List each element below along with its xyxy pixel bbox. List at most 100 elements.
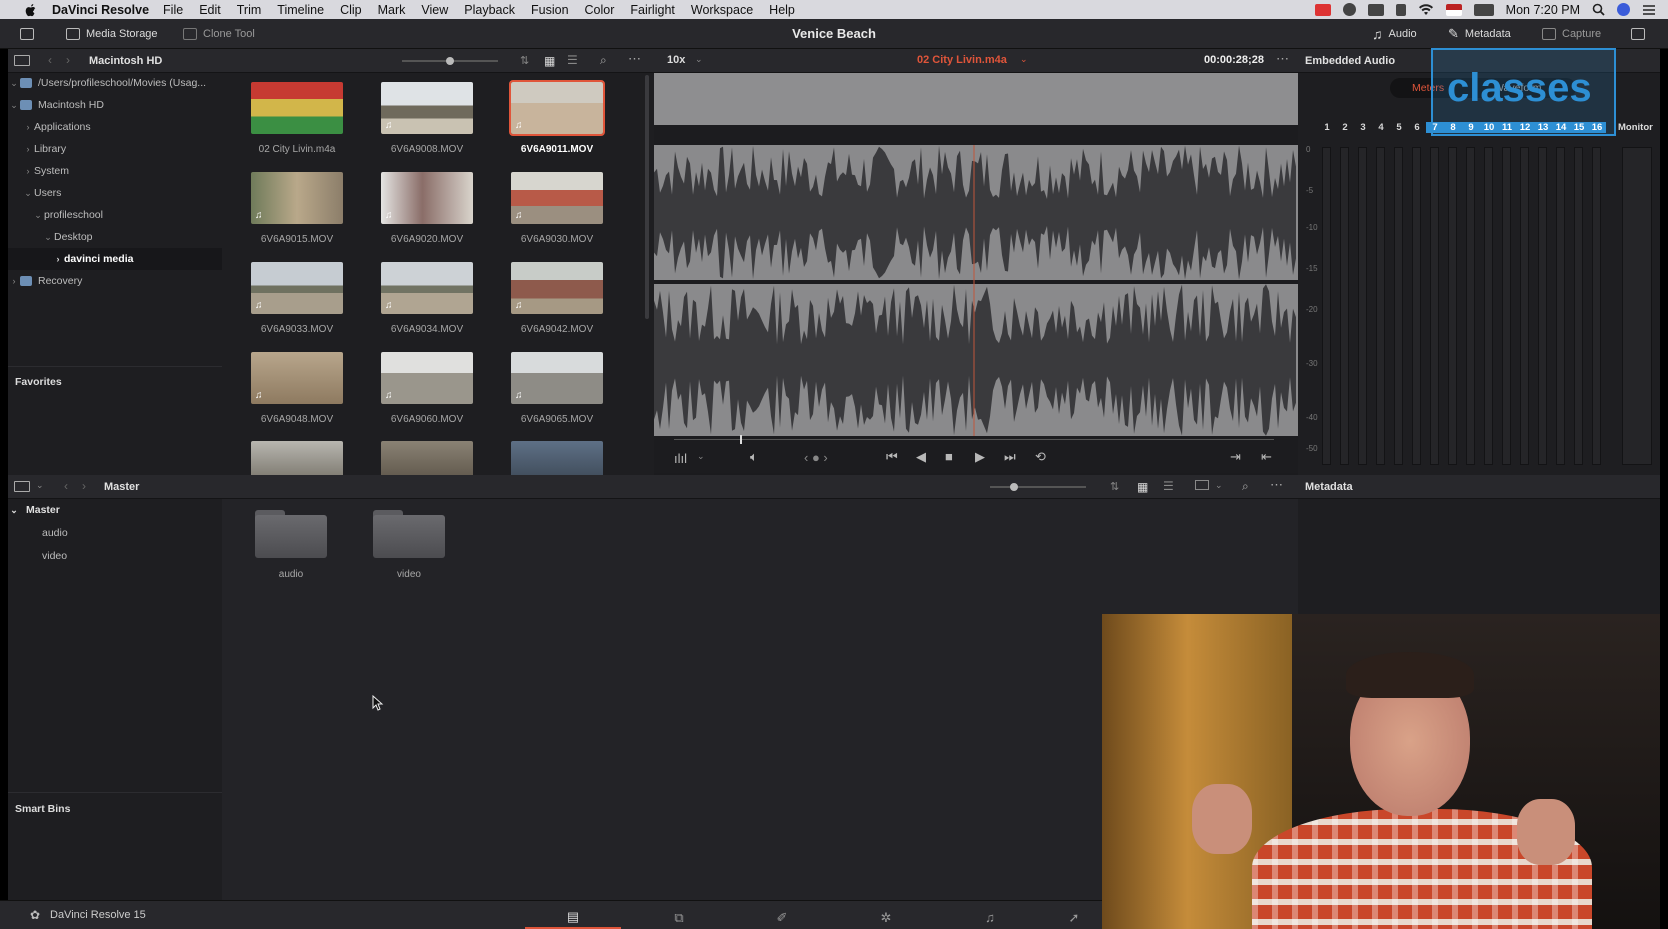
folder-icon[interactable] [373, 510, 445, 558]
menu-trim[interactable]: Trim [237, 3, 262, 17]
bin-master[interactable]: ⌄ Master [8, 499, 222, 521]
pdf-icon[interactable] [1314, 3, 1331, 16]
media-storage-button[interactable]: Media Storage [66, 25, 158, 43]
chevron-right-icon[interactable]: › [8, 276, 20, 286]
play-reverse-icon[interactable]: ◀︎ [916, 449, 926, 465]
chevron-down-icon[interactable]: ⌄ [8, 505, 20, 516]
chevron-down-icon[interactable]: ⌄ [36, 480, 44, 491]
video-clip-thumbnail[interactable]: ♫ [511, 262, 603, 314]
playhead[interactable] [740, 435, 742, 444]
creative-cloud-icon[interactable] [1342, 3, 1356, 16]
video-clip-thumbnail[interactable]: ♫ [511, 352, 603, 404]
more-options-icon[interactable]: ⋯ [1276, 51, 1289, 67]
panel-toggle-button[interactable] [20, 25, 34, 43]
search-icon[interactable]: ⌕ [600, 53, 607, 68]
video-clip-thumbnail[interactable] [511, 441, 603, 475]
video-clip-thumbnail[interactable]: ♫ [381, 262, 473, 314]
go-to-end-icon[interactable]: ⏭︎ [1004, 449, 1016, 465]
bin-audio[interactable]: audio [8, 522, 222, 544]
metadata-button[interactable]: ✎ Metadata [1448, 25, 1511, 43]
chevron-right-icon[interactable]: › [22, 122, 34, 132]
menu-help[interactable]: Help [769, 3, 795, 17]
menu-playback[interactable]: Playback [464, 3, 515, 17]
slider-handle[interactable] [446, 57, 454, 65]
tree-item-recovery[interactable]: › Recovery [8, 270, 222, 292]
menu-clip[interactable]: Clip [340, 3, 362, 17]
menu-file[interactable]: File [163, 3, 183, 17]
video-clip-thumbnail-selected[interactable]: ♫ [509, 80, 605, 136]
tree-item-system[interactable]: › System [8, 160, 222, 182]
chevron-down-icon[interactable]: ⌄ [697, 451, 705, 462]
folder-icon[interactable] [255, 510, 327, 558]
back-arrow-icon[interactable]: ‹ [64, 479, 68, 493]
video-clip-thumbnail[interactable] [381, 441, 473, 475]
page-fusion-button[interactable]: ✲ [838, 906, 934, 929]
clock[interactable]: Mon 7:20 PM [1506, 3, 1580, 17]
siri-icon[interactable] [1617, 3, 1630, 16]
waveform-display[interactable] [654, 73, 1298, 473]
menu-fairlight[interactable]: Fairlight [630, 3, 674, 17]
chevron-right-icon[interactable]: › [22, 166, 34, 176]
audio-waveform-icon[interactable]: ılıl [674, 451, 687, 466]
jog-control[interactable]: ‹ ● › [804, 450, 828, 465]
chevron-right-icon[interactable]: › [22, 144, 34, 154]
capture-button[interactable]: Capture [1542, 25, 1601, 43]
forward-arrow-icon[interactable]: › [66, 53, 70, 67]
search-icon[interactable]: ⌕ [1242, 479, 1249, 494]
stop-icon[interactable]: ■ [945, 449, 953, 464]
page-media-button[interactable]: ▤ [525, 906, 621, 929]
tree-item-users[interactable]: ⌄ Users [8, 182, 222, 204]
video-clip-thumbnail[interactable] [251, 441, 343, 475]
audio-clip-thumbnail[interactable] [251, 82, 343, 134]
bin-video[interactable]: video [8, 545, 222, 567]
more-options-icon[interactable]: ⋯ [628, 51, 641, 67]
tree-item-library[interactable]: › Library [8, 138, 222, 160]
forward-arrow-icon[interactable]: › [82, 479, 86, 493]
grid-view-icon[interactable]: ▦ [1137, 480, 1148, 494]
chevron-right-icon[interactable]: › [52, 254, 64, 264]
display-icon[interactable] [1367, 3, 1384, 16]
audio-button[interactable]: ♫ Audio [1372, 25, 1417, 43]
video-clip-thumbnail[interactable]: ♫ [381, 352, 473, 404]
chevron-down-icon[interactable]: ⌄ [695, 54, 703, 65]
chevron-down-icon[interactable]: ⌄ [32, 210, 44, 221]
video-clip-thumbnail[interactable]: ♫ [251, 352, 343, 404]
video-clip-thumbnail[interactable]: ♫ [381, 82, 473, 134]
app-menu[interactable]: DaVinci Resolve [52, 3, 149, 17]
more-options-icon[interactable]: ⋯ [1270, 477, 1283, 493]
page-cut-button[interactable]: ⧉ [631, 906, 727, 929]
mark-out-icon[interactable]: ⇤ [1261, 449, 1272, 465]
chevron-down-icon[interactable]: ⌄ [8, 78, 20, 89]
back-arrow-icon[interactable]: ‹ [48, 53, 52, 67]
video-clip-thumbnail[interactable]: ♫ [381, 172, 473, 224]
page-edit-button[interactable]: ✐ [734, 906, 830, 929]
apple-icon[interactable] [24, 3, 38, 17]
video-clip-thumbnail[interactable]: ♫ [251, 172, 343, 224]
page-fairlight-button[interactable]: ♫ [942, 906, 1038, 929]
menu-view[interactable]: View [421, 3, 448, 17]
chevron-down-icon[interactable]: ⌄ [1020, 54, 1028, 65]
notification-center-icon[interactable] [1642, 4, 1656, 16]
chevron-down-icon[interactable]: ⌄ [22, 188, 34, 199]
sort-icon[interactable]: ⇅ [1110, 480, 1119, 493]
tree-item-macintosh-hd[interactable]: ⌄ Macintosh HD [8, 94, 222, 116]
sidebar-toggle-icon[interactable] [14, 55, 30, 66]
tree-item-desktop[interactable]: ⌄ Desktop [8, 226, 222, 248]
clip-name-title[interactable]: 02 City Livin.m4a [917, 54, 1007, 66]
tree-item-davinci-media[interactable]: › davinci media [8, 248, 222, 270]
video-clip-thumbnail[interactable]: ♫ [511, 172, 603, 224]
metadata-view-icon[interactable] [1195, 480, 1209, 490]
clone-tool-button[interactable]: Clone Tool [183, 25, 255, 43]
thumbnail-size-slider[interactable] [990, 486, 1086, 488]
list-view-icon[interactable]: ☰ [567, 53, 578, 67]
chevron-down-icon[interactable]: ⌄ [42, 232, 54, 243]
chevron-down-icon[interactable]: ⌄ [8, 100, 20, 111]
page-deliver-button[interactable]: ➚ [1046, 906, 1102, 929]
tree-item-movies[interactable]: ⌄ /Users/profileschool/Movies (Usag... [8, 72, 222, 94]
volume-icon[interactable]: 🔈︎ [750, 449, 758, 465]
scrollbar[interactable] [645, 75, 649, 319]
zoom-level[interactable]: 10x [667, 54, 685, 66]
sidebar-toggle-icon[interactable] [14, 481, 30, 492]
volume-icon[interactable] [1395, 3, 1406, 16]
mark-in-icon[interactable]: ⇥ [1230, 449, 1241, 465]
